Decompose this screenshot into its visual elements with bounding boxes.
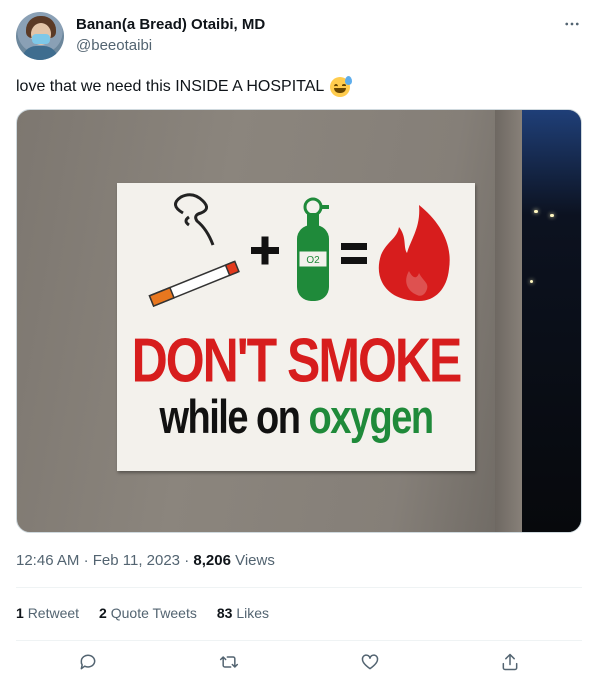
- tweet-actions: [0, 651, 598, 675]
- likes-stat[interactable]: 83 Likes: [217, 605, 269, 621]
- sign-headline: DON'T SMOKE: [131, 325, 463, 395]
- meta-separator: ·: [83, 552, 89, 569]
- quotes-stat[interactable]: 2 Quote Tweets: [99, 605, 197, 621]
- tweet-text-content: love that we need this INSIDE A HOSPITAL: [16, 78, 325, 95]
- meta-separator: ·: [184, 552, 190, 569]
- tweet-text: love that we need this INSIDE A HOSPITAL: [16, 76, 353, 97]
- views-label: Views: [235, 552, 275, 569]
- divider: [16, 640, 582, 641]
- sign-subline-part2: oxygen: [308, 391, 435, 445]
- more-horizontal-icon[interactable]: [562, 14, 582, 34]
- tweet-photo[interactable]: O2 DON'T SMOKE while on oxygen: [16, 109, 582, 533]
- grinning-face-with-sweat-icon: [330, 76, 353, 97]
- equals-icon: [341, 243, 367, 264]
- oxygen-tank-icon: O2: [297, 197, 329, 301]
- retweets-count: 1: [16, 605, 24, 621]
- cigarette-icon: [148, 193, 240, 308]
- share-icon[interactable]: [499, 651, 521, 673]
- author-handle[interactable]: @beeotaibi: [76, 37, 152, 54]
- divider: [16, 587, 582, 588]
- heart-icon[interactable]: [359, 651, 381, 673]
- plus-icon: [251, 236, 279, 265]
- likes-count: 83: [216, 605, 233, 621]
- avatar[interactable]: [16, 12, 64, 60]
- author-name[interactable]: Banan(a Bread) Otaibi, MD: [76, 16, 265, 33]
- tweet-meta: 12:46 AM · Feb 11, 2023 · 8,206 Views: [16, 552, 275, 569]
- reply-icon[interactable]: [77, 651, 99, 673]
- tweet-time[interactable]: 12:46 AM: [16, 552, 79, 569]
- tweet-stats: 1 Retweet 2 Quote Tweets 83 Likes: [16, 605, 269, 621]
- views-count: 8,206: [193, 552, 231, 569]
- quotes-label: Quote Tweets: [110, 605, 197, 621]
- retweet-icon[interactable]: [218, 651, 240, 673]
- quotes-count: 2: [99, 605, 107, 621]
- svg-text:O2: O2: [306, 255, 320, 266]
- tweet-date[interactable]: Feb 11, 2023: [93, 552, 180, 569]
- night-background: [522, 110, 581, 532]
- no-smoking-oxygen-sign: O2 DON'T SMOKE while on oxygen: [117, 183, 475, 471]
- wall-edge: [495, 110, 525, 532]
- retweets-label: Retweet: [27, 605, 80, 621]
- tweet-header: Banan(a Bread) Otaibi, MD @beeotaibi: [16, 12, 582, 62]
- sign-subline-part1: while on: [159, 391, 301, 445]
- sign-subline: while on oxygen: [117, 392, 475, 446]
- retweets-stat[interactable]: 1 Retweet: [16, 605, 79, 621]
- flame-icon: [378, 205, 450, 301]
- likes-label: Likes: [236, 605, 270, 621]
